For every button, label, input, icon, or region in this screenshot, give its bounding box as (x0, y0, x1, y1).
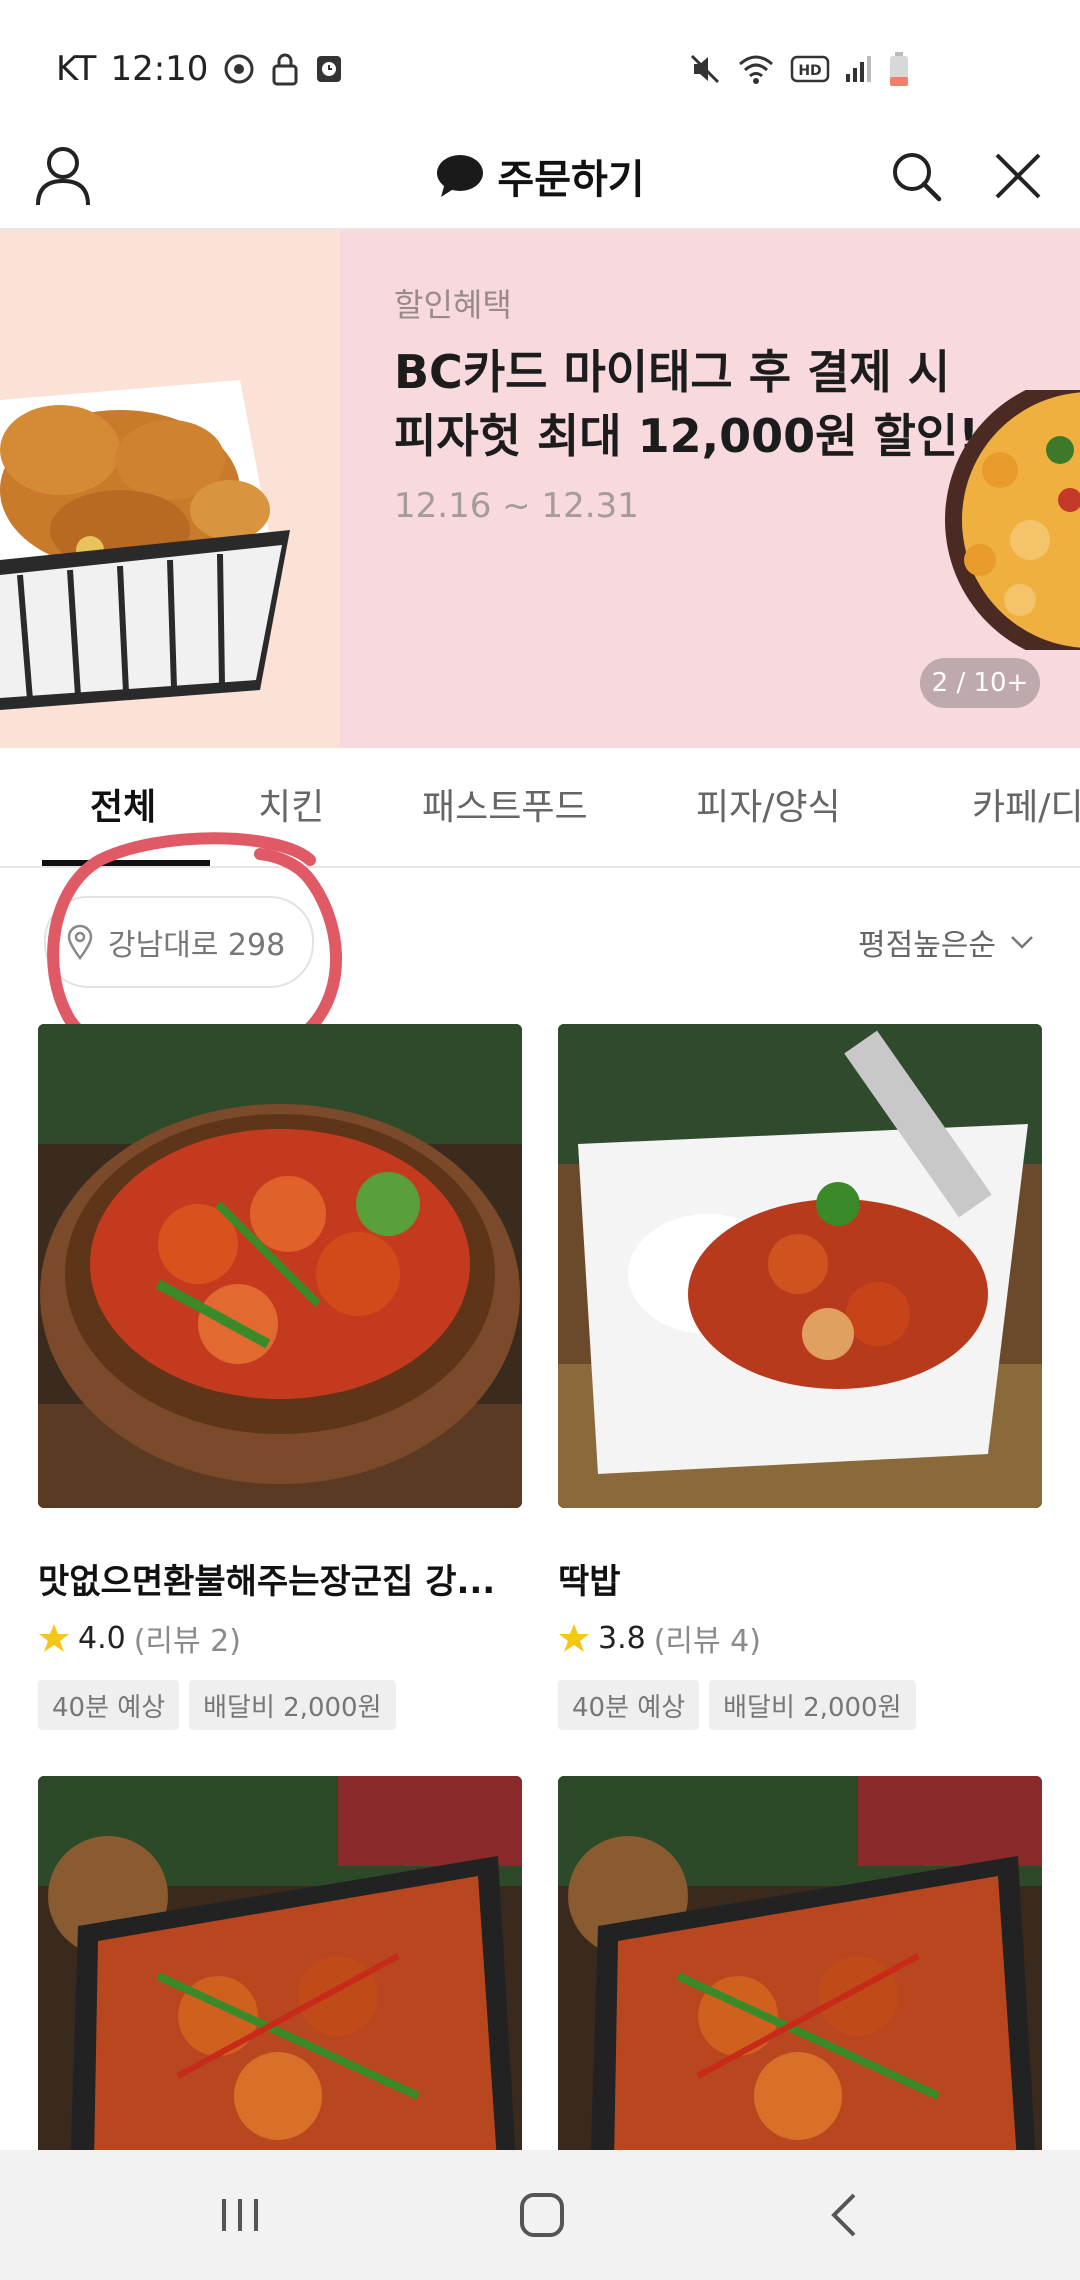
restaurant-photo (38, 1024, 522, 1508)
sort-dropdown[interactable]: 평점높은순 (858, 912, 1034, 972)
fried-chicken-image (0, 230, 340, 748)
banner-headline-line2: 피자헛 최대 12,000원 할인! (394, 409, 980, 463)
star-icon (39, 1624, 69, 1652)
svg-text:HD: HD (798, 63, 821, 79)
star-icon (559, 1624, 589, 1652)
wifi-icon (739, 55, 773, 84)
tab-all[interactable]: 전체 (90, 778, 156, 830)
badge-row: 40분 예상 배달비 2,000원 (38, 1680, 396, 1730)
restaurant-card[interactable] (558, 1776, 1042, 2150)
status-bar: KT 12:10 HD (0, 0, 1080, 128)
rating-row: 4.0 (리뷰 2) (38, 1616, 241, 1660)
restaurant-card[interactable]: 딱밥 3.8 (리뷰 4) 40분 예상 배달비 2,000원 (558, 1024, 1042, 1730)
speech-bubble-icon (437, 155, 484, 197)
sync-icon (224, 54, 254, 84)
restaurant-photo (558, 1024, 1042, 1508)
restaurant-card[interactable] (38, 1776, 522, 2150)
banner-page-counter: 2 / 10+ (920, 658, 1040, 708)
banner-headline: BC카드 마이태그 후 결제 시 피자헛 최대 12,000원 할인! (394, 340, 994, 468)
clock-icon (317, 56, 342, 82)
chevron-down-icon (1011, 936, 1033, 949)
restaurant-photo (558, 1776, 1042, 2150)
restaurant-photo (38, 1776, 522, 2150)
recent-apps-button[interactable] (180, 2170, 300, 2260)
search-button[interactable] (880, 140, 952, 212)
home-button[interactable] (482, 2170, 602, 2260)
close-button[interactable] (982, 140, 1054, 212)
banner-date: 12.16 ~ 12.31 (394, 486, 639, 526)
banner-label: 할인혜택 (394, 286, 512, 324)
tab-cafe-dessert[interactable]: 카페/디 (972, 778, 1080, 830)
battery-icon (890, 52, 908, 86)
hd-voice-icon: HD (790, 55, 830, 83)
review-count: (리뷰 2) (133, 1624, 241, 1659)
tab-fastfood[interactable]: 패스트푸드 (422, 778, 588, 830)
delivery-fee-badge: 배달비 2,000원 (709, 1680, 916, 1730)
banner-headline-line1: BC카드 마이태그 후 결제 시 (394, 345, 951, 399)
badge-row: 40분 예상 배달비 2,000원 (558, 1680, 916, 1730)
back-button[interactable] (784, 2170, 904, 2260)
lock-icon (272, 53, 298, 86)
rating-value: 3.8 (598, 1620, 646, 1656)
app-header: 주문하기 (0, 128, 1080, 230)
system-nav-bar (0, 2150, 1080, 2280)
rating-row: 3.8 (리뷰 4) (558, 1616, 761, 1660)
page-title-text: 주문하기 (497, 157, 645, 203)
signal-icon (846, 56, 871, 82)
mute-icon (690, 54, 720, 84)
restaurant-card[interactable]: 맛없으면환불해주는장군집 강... 4.0 (리뷰 2) 40분 예상 배달비 … (38, 1024, 522, 1730)
close-icon (995, 153, 1041, 199)
sort-label: 평점높은순 (858, 928, 996, 963)
home-icon (520, 2193, 564, 2237)
pizza-image (945, 390, 1080, 650)
promo-banner[interactable]: 할인혜택 BC카드 마이태그 후 결제 시 피자헛 최대 12,000원 할인!… (0, 230, 1080, 748)
search-icon (893, 153, 942, 202)
eta-badge: 40분 예상 (558, 1680, 700, 1730)
tab-chicken[interactable]: 치킨 (258, 778, 324, 830)
status-right: HD (688, 44, 910, 94)
carrier-label: KT (56, 49, 97, 89)
tab-pizza-western[interactable]: 피자/양식 (696, 778, 841, 830)
restaurant-name: 딱밥 (558, 1562, 621, 1602)
eta-badge: 40분 예상 (38, 1680, 180, 1730)
rating-value: 4.0 (78, 1620, 126, 1656)
fried-chicken-illustration (0, 230, 340, 748)
recent-apps-icon (222, 2199, 258, 2231)
status-left: KT 12:10 (56, 44, 344, 94)
delivery-fee-badge: 배달비 2,000원 (189, 1680, 396, 1730)
review-count: (리뷰 4) (653, 1624, 761, 1659)
restaurant-name: 맛없으면환불해주는장군집 강... (38, 1562, 496, 1602)
back-icon (831, 2193, 856, 2237)
clock-label: 12:10 (110, 49, 209, 89)
